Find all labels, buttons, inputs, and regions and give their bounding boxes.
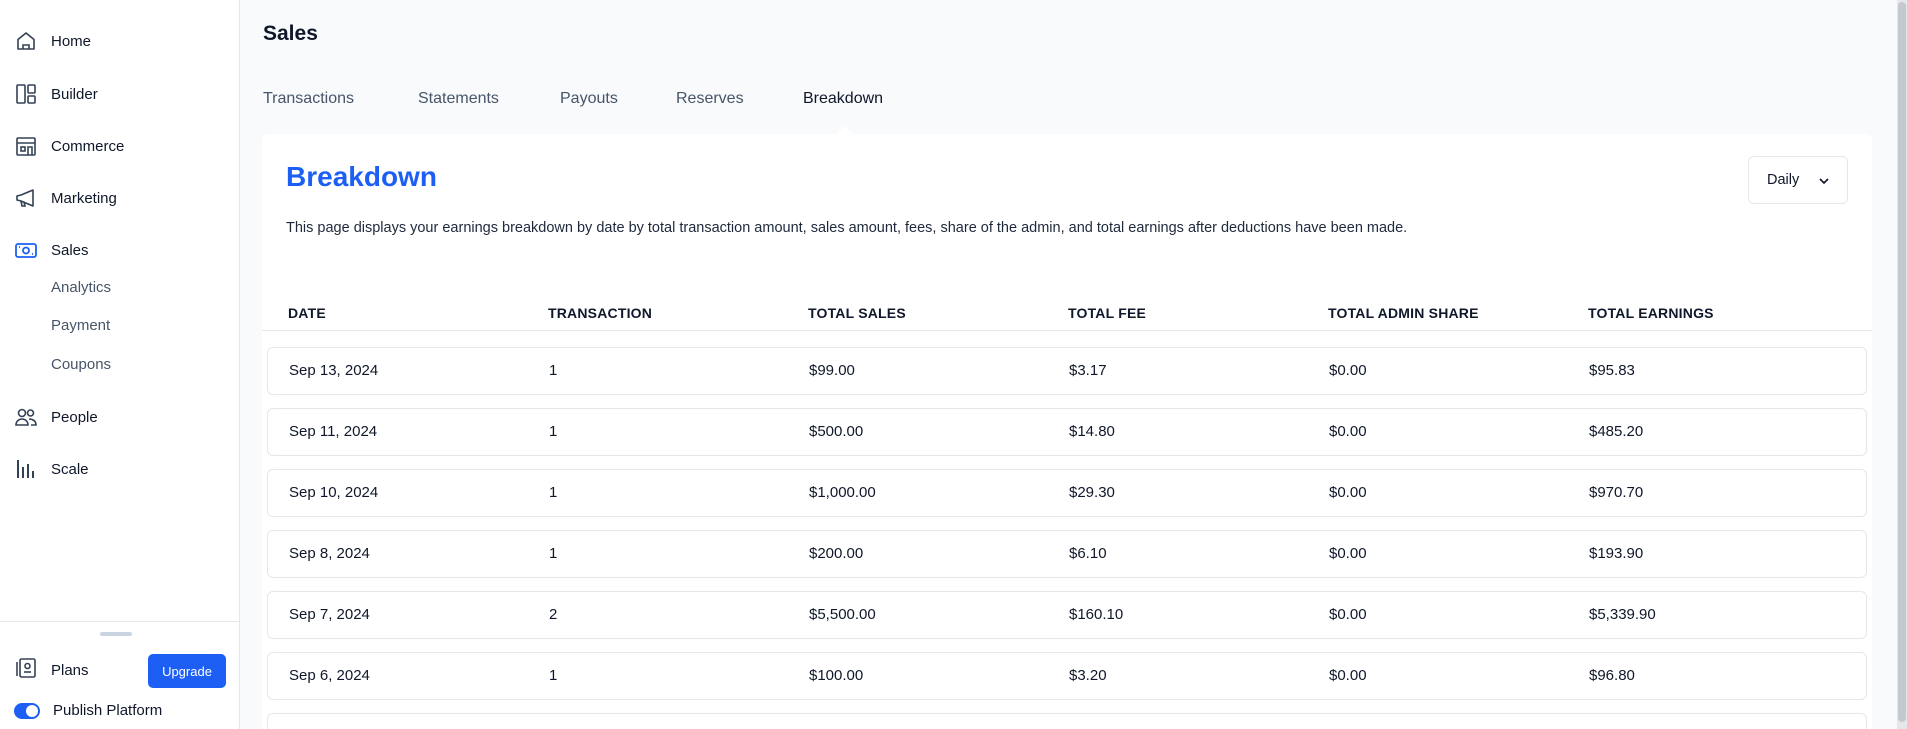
sidebar-item-label: Scale [51, 460, 89, 478]
cell-total-earnings: $5,339.90 [1589, 606, 1656, 623]
table-row[interactable]: Sep 6, 2024 1 $100.00 $3.20 $0.00 $96.80 [267, 652, 1867, 700]
cell-total-sales: $99.00 [809, 362, 855, 379]
cell-date: Sep 13, 2024 [289, 362, 379, 379]
cell-transaction: 1 [549, 484, 558, 501]
plans-icon [14, 656, 38, 685]
sidebar-item-sales[interactable]: Sales [0, 230, 240, 270]
card-description: This page displays your earnings breakdo… [286, 220, 1408, 236]
cell-date: Sep 11, 2024 [289, 423, 378, 440]
table-row[interactable]: Sep 13, 2024 1 $99.00 $3.17 $0.00 $95.83 [267, 347, 1867, 395]
cell-total-sales: $100.00 [809, 667, 864, 684]
scrollbar-thumb[interactable] [1898, 2, 1906, 722]
column-header-total-earnings: TOTAL EARNINGS [1588, 305, 1714, 321]
publish-platform-label: Publish Platform [53, 702, 163, 719]
publish-platform-toggle[interactable] [14, 702, 40, 719]
cell-total-sales: $200.00 [809, 545, 864, 562]
store-icon [14, 134, 38, 158]
sidebar: Home Builder Commerce Marketing Sales An… [0, 0, 240, 729]
resize-handle[interactable] [100, 632, 132, 636]
tab-payouts[interactable]: Payouts [560, 90, 618, 108]
cell-total-admin-share: $0.00 [1329, 606, 1367, 623]
cell-transaction: 1 [549, 545, 558, 562]
cell-total-earnings: $485.20 [1589, 423, 1644, 440]
period-select[interactable]: Daily [1748, 156, 1848, 204]
plans-label: Plans [51, 661, 89, 679]
table-row[interactable]: Sep 11, 2024 1 $500.00 $14.80 $0.00 $485.20 [267, 408, 1867, 456]
sidebar-item-label: Sales [51, 241, 89, 259]
cell-total-fee: $3.17 [1069, 362, 1107, 379]
tab-breakdown[interactable]: Breakdown [803, 90, 883, 108]
column-header-total-fee: TOTAL FEE [1068, 305, 1147, 321]
cell-total-earnings: $95.83 [1589, 362, 1635, 379]
cell-date: Sep 6, 2024 [289, 667, 370, 684]
table-row[interactable]: Sep 10, 2024 1 $1,000.00 $29.30 $0.00 $970.70 [267, 469, 1867, 517]
sidebar-item-label: People [51, 408, 98, 426]
sidebar-subitem-payment[interactable]: Payment [51, 317, 110, 334]
cell-total-admin-share: $0.00 [1329, 362, 1367, 379]
breakdown-card: Breakdown This page displays your earnin… [262, 134, 1872, 729]
cash-icon [14, 238, 38, 262]
cell-total-sales: $500.00 [809, 423, 864, 440]
sidebar-item-builder[interactable]: Builder [0, 74, 240, 114]
table-row[interactable]: Sep 8, 2024 1 $200.00 $6.10 $0.00 $193.90 [267, 530, 1867, 578]
sidebar-item-commerce[interactable]: Commerce [0, 126, 240, 166]
people-icon [14, 405, 38, 429]
cell-total-admin-share: $0.00 [1329, 484, 1367, 501]
column-header-total-admin-share: TOTAL ADMIN SHARE [1328, 305, 1479, 321]
column-header-total-sales: TOTAL SALES [808, 305, 906, 321]
sidebar-subitem-analytics[interactable]: Analytics [51, 279, 111, 296]
page-title: Sales [263, 22, 318, 45]
cell-total-earnings: $96.80 [1589, 667, 1635, 684]
cell-total-sales: $1,000.00 [809, 484, 876, 501]
cell-transaction: 1 [549, 423, 558, 440]
tab-transactions[interactable]: Transactions [263, 90, 354, 108]
cell-total-fee: $3.20 [1069, 667, 1107, 684]
sidebar-item-label: Home [51, 32, 92, 50]
tab-reserves[interactable]: Reserves [676, 90, 744, 108]
publish-platform-row: Publish Platform [14, 702, 162, 719]
megaphone-icon [14, 186, 38, 210]
table-header: DATE TRANSACTION TOTAL SALES TOTAL FEE T… [262, 299, 1872, 331]
cell-total-admin-share: $0.00 [1329, 423, 1367, 440]
cell-total-admin-share: $0.00 [1329, 667, 1367, 684]
sidebar-item-home[interactable]: Home [0, 21, 240, 61]
upgrade-button[interactable]: Upgrade [148, 654, 226, 688]
sidebar-footer: Plans Upgrade Publish Platform [0, 621, 240, 729]
cell-total-fee: $14.80 [1069, 423, 1115, 440]
sidebar-item-label: Marketing [51, 189, 117, 207]
cell-total-fee: $29.30 [1069, 484, 1115, 501]
page-scrollbar[interactable] [1897, 0, 1907, 729]
sidebar-item-people[interactable]: People [0, 397, 240, 437]
sidebar-item-marketing[interactable]: Marketing [0, 178, 240, 218]
cell-transaction: 1 [549, 362, 558, 379]
builder-icon [14, 82, 38, 106]
card-title: Breakdown [286, 161, 437, 192]
table-row[interactable]: Sep 7, 2024 2 $5,500.00 $160.10 $0.00 $5,339.… [267, 591, 1867, 639]
period-select-value: Daily [1767, 172, 1800, 188]
sidebar-item-label: Commerce [51, 137, 125, 155]
chevron-down-icon [1817, 174, 1831, 193]
cell-date: Sep 8, 2024 [289, 545, 370, 562]
cell-total-earnings: $970.70 [1589, 484, 1644, 501]
cell-date: Sep 10, 2024 [289, 484, 379, 501]
column-header-transaction: TRANSACTION [548, 305, 653, 321]
cell-date: Sep 7, 2024 [289, 606, 370, 623]
cell-total-fee: $160.10 [1069, 606, 1124, 623]
table-row[interactable] [267, 713, 1867, 729]
plans-row: Plans Upgrade [14, 652, 226, 688]
sidebar-item-label: Builder [51, 85, 98, 103]
cell-total-admin-share: $0.00 [1329, 545, 1367, 562]
column-header-date: DATE [288, 305, 326, 321]
cell-transaction: 1 [549, 667, 558, 684]
cell-total-sales: $5,500.00 [809, 606, 876, 623]
chart-bars-icon [14, 457, 38, 481]
home-icon [14, 29, 38, 53]
sidebar-subitem-coupons[interactable]: Coupons [51, 356, 111, 373]
cell-total-earnings: $193.90 [1589, 545, 1644, 562]
cell-transaction: 2 [549, 606, 558, 623]
sidebar-item-scale[interactable]: Scale [0, 449, 240, 489]
tab-statements[interactable]: Statements [418, 90, 499, 108]
cell-total-fee: $6.10 [1069, 545, 1107, 562]
